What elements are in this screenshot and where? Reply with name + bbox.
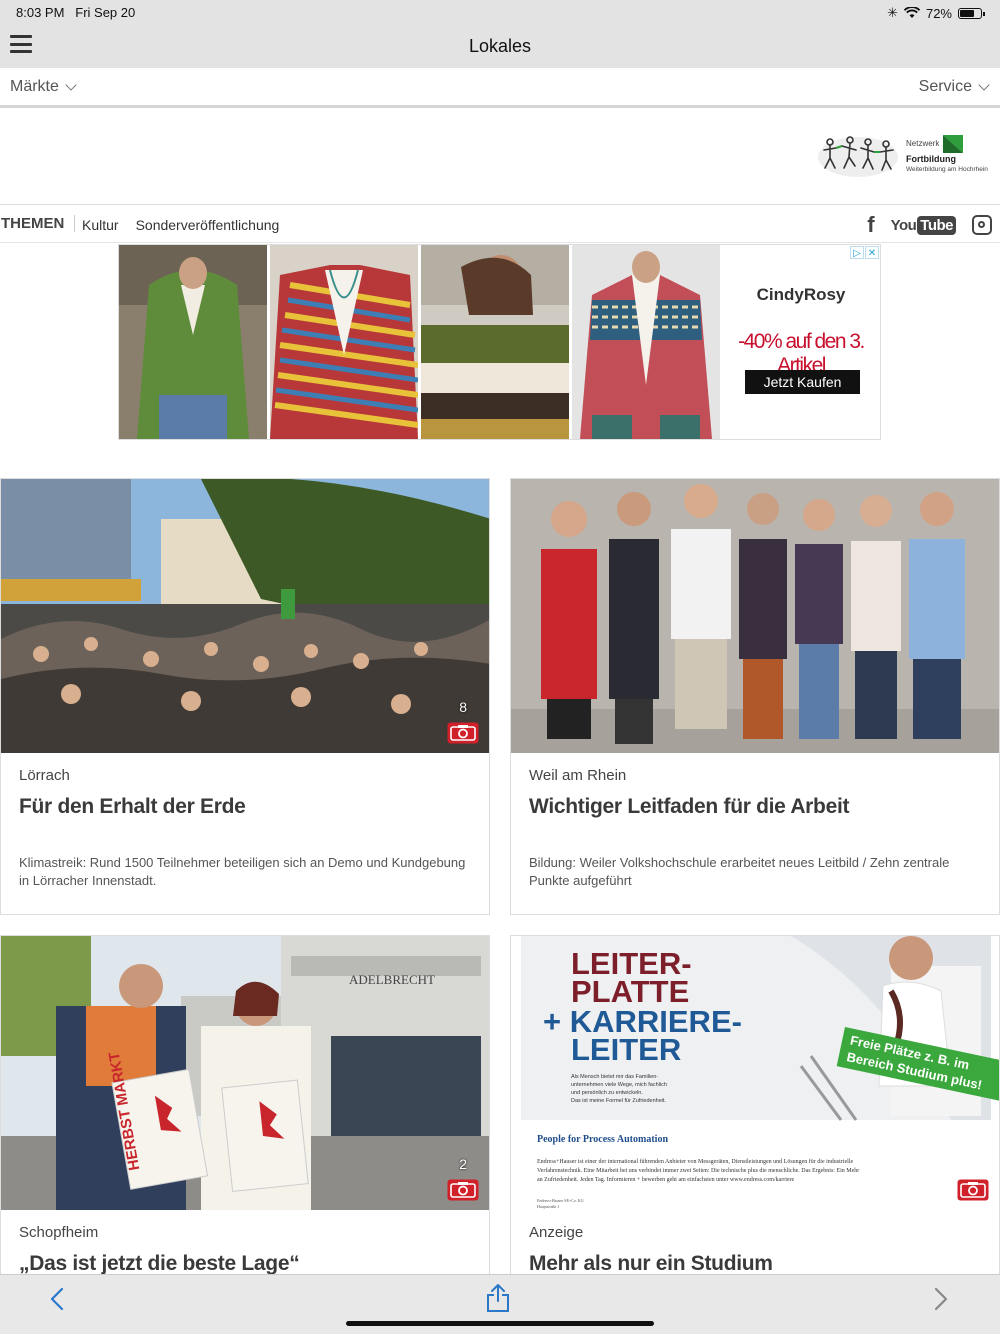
service-label: Service (918, 78, 972, 95)
sub-navigation: Märkte Service (0, 68, 1000, 108)
social-links: f You Tube (867, 212, 992, 238)
photo-count: 8 (459, 699, 467, 715)
navigation-bar: Lokales (0, 24, 1000, 68)
share-icon[interactable] (485, 1283, 511, 1313)
ad-brand: CindyRosy (756, 285, 846, 304)
maerkte-label: Märkte (10, 78, 59, 95)
article-location: Schopfheim (19, 1224, 99, 1241)
ad-image-green-cardigan (119, 245, 267, 439)
maerkte-dropdown[interactable]: Märkte (10, 78, 77, 96)
camera-icon (447, 1179, 479, 1201)
bottom-toolbar (0, 1274, 1000, 1334)
article-headline[interactable]: „Das ist jetzt die beste Lage“ (19, 1252, 471, 1276)
store-sign: ADELBRECHT (349, 972, 435, 987)
ad-small-text-2: unternehmen viele Wege, mich fachlich (571, 1082, 667, 1088)
status-bar: 8:03 PM Fri Sep 20 ✳ 72% (0, 0, 1000, 24)
battery-percent: 72% (925, 5, 952, 21)
flag-icon (943, 135, 964, 154)
forward-arrow-icon[interactable] (930, 1287, 950, 1311)
article-image: 8 (1, 479, 489, 753)
ad-small-text-1: Als Mensch bietet mir das Familien- (571, 1074, 658, 1080)
photo-count: 2 (459, 1156, 467, 1172)
ad-body-2: Verfahrenstechnik. Eine Mitarbeit bei un… (537, 1167, 859, 1174)
netzwerk-fortbildung-logo[interactable]: Netzwerk Fortbildung Weiterbildung am Ho… (816, 129, 994, 181)
article-image (511, 479, 999, 753)
status-time: 8:03 PM Fri Sep 20 (16, 5, 136, 20)
ad-small-text-3: und persönlich zu entwickeln. (571, 1090, 643, 1096)
article-headline[interactable]: Mehr als nur ein Studium (529, 1252, 981, 1276)
article-teaser: Bildung: Weiler Volkshochschule erarbeit… (529, 855, 950, 888)
logo-text: Netzwerk Fortbildung Weiterbildung am Ho… (906, 135, 988, 175)
ad-image-striped-cardigan (270, 245, 418, 439)
ad-footer-2: Hauptstraße 1 (537, 1204, 559, 1209)
youtube-icon[interactable]: You Tube (891, 215, 956, 235)
adchoices-icon[interactable]: ▷ ✕ (850, 246, 879, 259)
facebook-icon[interactable]: f (867, 212, 874, 238)
article-card-weil-am-rhein[interactable]: Weil am Rhein Wichtiger Leitfaden für di… (510, 478, 1000, 915)
banner-ad[interactable]: CindyRosy -40% auf den 3. Artikel Jetzt … (118, 244, 881, 440)
article-headline[interactable]: Für den Erhalt der Erde (19, 795, 471, 819)
page-title: Lokales (468, 36, 532, 56)
chevron-down-icon (65, 78, 77, 91)
article-location: Anzeige (529, 1224, 584, 1241)
article-location: Lörrach (19, 767, 70, 784)
back-arrow-icon[interactable] (48, 1287, 68, 1311)
article-card-schopfheim[interactable]: HERBST MARKT ADELBRECHT 2 Schopfheim „Da… (0, 935, 490, 1295)
sponsor-banner: Netzwerk Fortbildung Weiterbildung am Ho… (0, 111, 1000, 205)
home-indicator (346, 1321, 654, 1326)
themen-links: Kultur Sonderveröffentlichung (82, 217, 279, 233)
themen-link-sonderveroeffentlichung[interactable]: Sonderveröffentlichung (136, 217, 280, 233)
ad-footer-1: Endress+Hauser SE+Co. KG (537, 1198, 584, 1203)
ad-image-colorblock-sweater (421, 245, 569, 439)
ad-company: People for Process Automation (537, 1134, 668, 1145)
instagram-icon[interactable] (972, 215, 992, 235)
ad-body-3: an Zufriedenheit. Jeden Tag. Informieren… (537, 1176, 795, 1183)
article-location: Weil am Rhein (529, 767, 627, 784)
article-image: LEITER- PLATTE + KARRIERE- LEITER Als Me… (511, 936, 999, 1210)
activity-icon: ✳ (887, 5, 898, 20)
article-image: HERBST MARKT ADELBRECHT 2 (1, 936, 489, 1210)
ad-image-fairisle-cardigan (572, 245, 720, 439)
article-teaser: Klimastreik: Rund 1500 Teilnehmer beteil… (19, 855, 466, 888)
camera-icon (957, 1179, 989, 1201)
wifi-icon (903, 7, 920, 18)
stick-figures-logo-icon (818, 136, 898, 177)
status-right: ✳ 72% (887, 5, 985, 21)
themen-bar: THEMEN Kultur Sonderveröffentlichung f Y… (0, 206, 1000, 243)
ad-cta-button[interactable]: Jetzt Kaufen (745, 370, 860, 394)
themen-link-kultur[interactable]: Kultur (82, 217, 119, 233)
ad-small-text-4: Das ist meine Formel für Zufriedenheit. (571, 1098, 667, 1104)
battery-icon (958, 7, 985, 19)
article-card-anzeige[interactable]: LEITER- PLATTE + KARRIERE- LEITER Als Me… (510, 935, 1000, 1295)
chevron-down-icon (978, 78, 990, 91)
camera-icon (447, 722, 479, 744)
article-headline[interactable]: Wichtiger Leitfaden für die Arbeit (529, 795, 981, 819)
ad-body-1: Endress+Hauser ist einer der internation… (537, 1158, 853, 1165)
themen-heading: THEMEN (1, 215, 76, 232)
service-dropdown[interactable]: Service (918, 78, 990, 96)
ad-headline-4: LEITER (571, 1032, 681, 1067)
article-card-loerrach[interactable]: 8 Lörrach Für den Erhalt der Erde Klimas… (0, 478, 490, 915)
